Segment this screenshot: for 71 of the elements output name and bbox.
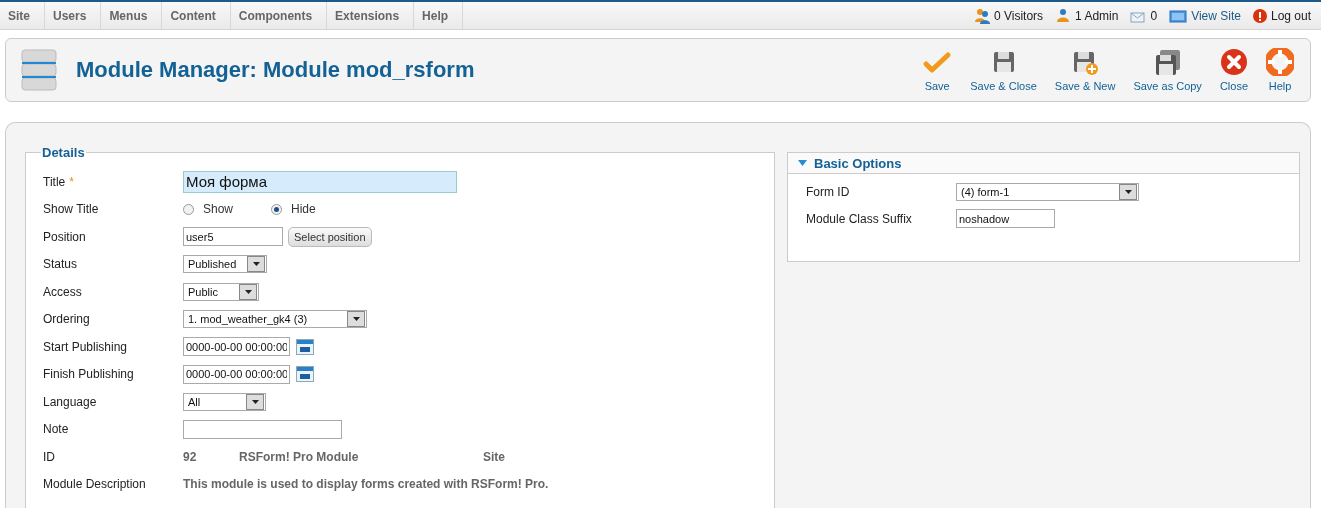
- alert-icon: [1252, 8, 1267, 23]
- field-label: Language: [43, 394, 98, 409]
- field-label: Module Description: [43, 477, 147, 492]
- dropdown[interactable]: Public: [183, 282, 259, 301]
- triangle-down-icon: [798, 160, 807, 166]
- text-field[interactable]: [183, 419, 342, 439]
- info-text: 92: [183, 449, 198, 464]
- toolbar-button[interactable]: Save as Copy: [1127, 48, 1208, 92]
- dropdown[interactable]: (4) form-1: [956, 182, 1139, 201]
- menu-item[interactable]: Menus: [101, 2, 163, 29]
- header-link[interactable]: View Site: [1191, 8, 1241, 23]
- text-field[interactable]: user5: [183, 227, 283, 247]
- field-label: Note: [43, 422, 70, 437]
- field-label: Status: [43, 257, 79, 272]
- info-text: RSForm! Pro Module: [239, 449, 360, 464]
- users-icon: [973, 7, 990, 24]
- section-title: Details: [41, 145, 86, 160]
- field-label: Finish Publishing: [43, 367, 135, 382]
- calendar-icon[interactable]: [296, 365, 314, 384]
- caret-icon: [252, 262, 260, 267]
- menu-item[interactable]: Users: [45, 2, 102, 29]
- menu-item[interactable]: Help: [414, 2, 464, 29]
- toolbar-button[interactable]: Help: [1260, 48, 1300, 92]
- select-position-button[interactable]: Select position: [288, 226, 372, 247]
- floppy-disks-icon: [1153, 48, 1182, 76]
- panel-header[interactable]: Basic Options: [788, 153, 1299, 174]
- field-label: Access: [43, 284, 83, 299]
- screen-icon: [1169, 8, 1188, 23]
- field-label: Position: [43, 229, 87, 244]
- dropdown[interactable]: 1. mod_weather_gk4 (3): [183, 310, 367, 329]
- field-label: Ordering: [43, 312, 91, 327]
- toolbar-button[interactable]: Save: [916, 48, 959, 92]
- field-label: Start Publishing: [43, 339, 129, 354]
- menu-item[interactable]: Extensions: [327, 2, 415, 29]
- caret-icon: [251, 399, 259, 404]
- stacked-layers-icon: [20, 48, 58, 92]
- toolbar-button[interactable]: Save & New: [1048, 48, 1122, 92]
- info-text: Site: [483, 449, 506, 464]
- status-text: 0: [1150, 8, 1158, 23]
- caret-icon: [244, 289, 252, 294]
- field-label: Title *: [43, 174, 75, 189]
- field-label: Form ID: [806, 184, 851, 199]
- field-label: ID: [43, 449, 56, 464]
- lifebuoy-icon: [1266, 48, 1294, 76]
- dropdown[interactable]: All: [183, 392, 266, 411]
- menu-item[interactable]: Content: [162, 2, 231, 29]
- toolbar-button[interactable]: Close: [1213, 48, 1254, 92]
- user-icon: [1055, 7, 1072, 24]
- page-title: Module Manager: Module mod_rsform: [76, 57, 475, 83]
- menu-item[interactable]: Site: [0, 2, 45, 29]
- text-field[interactable]: noshadow: [956, 209, 1055, 228]
- status-text: 1 Admin: [1075, 8, 1119, 23]
- radio-button[interactable]: [183, 203, 194, 215]
- date-field[interactable]: 0000-00-00 00:00:00: [183, 364, 290, 384]
- caret-icon: [1124, 189, 1132, 194]
- toolbar-button[interactable]: Save & Close: [964, 48, 1043, 92]
- date-field[interactable]: 0000-00-00 00:00:00: [183, 337, 290, 357]
- radio-label: Show: [203, 202, 234, 217]
- radio-button[interactable]: [271, 203, 283, 215]
- close-icon: [1219, 48, 1248, 76]
- text-field[interactable]: Моя форма: [183, 170, 457, 193]
- field-label: Module Class Suffix: [806, 211, 913, 226]
- header-link[interactable]: Log out: [1270, 8, 1311, 23]
- calendar-icon[interactable]: [296, 337, 314, 356]
- status-text: 0 Visitors: [993, 8, 1044, 23]
- description-text: This module is used to display forms created with RSForm! Pro.: [183, 477, 549, 492]
- menu-item[interactable]: Components: [230, 2, 328, 29]
- caret-icon: [352, 317, 360, 322]
- dropdown[interactable]: Published: [183, 255, 267, 274]
- field-label: Show Title: [43, 202, 100, 217]
- radio-label: Hide: [291, 202, 316, 217]
